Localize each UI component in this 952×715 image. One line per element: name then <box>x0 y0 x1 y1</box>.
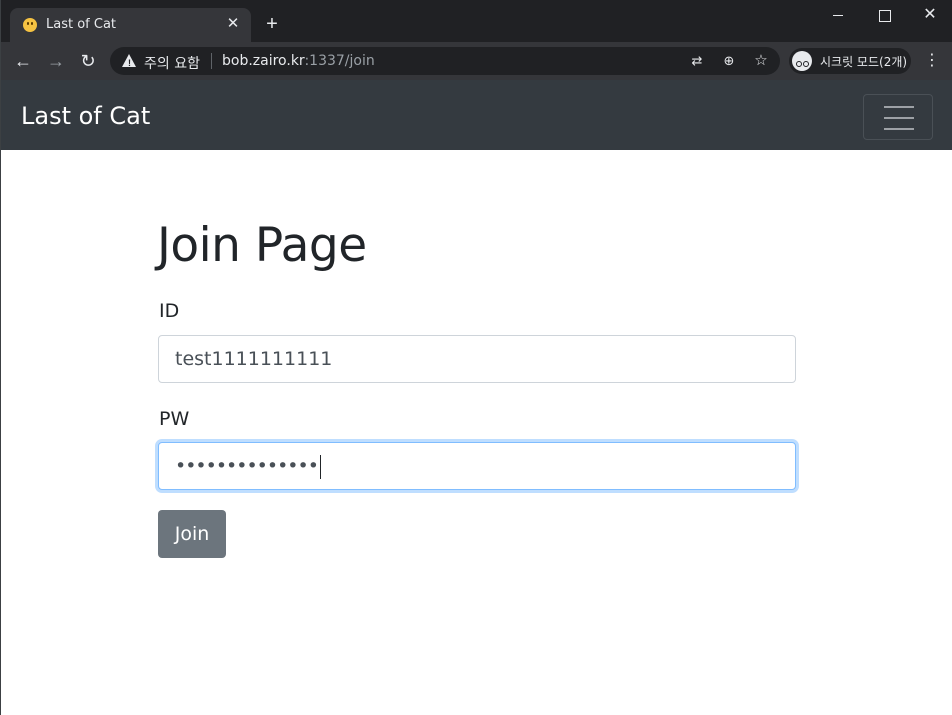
address-bar[interactable]: ! 주의 요함 bob.zairo.kr:1337/join ⇄ ⊕ ☆ <box>110 47 780 75</box>
site-navbar: Last of Cat <box>1 80 952 150</box>
zoom-icon[interactable]: ⊕ <box>720 52 738 70</box>
close-icon[interactable]: ✕ <box>224 14 242 34</box>
browser-tab[interactable]: Last of Cat ✕ <box>10 8 251 42</box>
id-label: ID <box>159 300 180 322</box>
password-input[interactable]: •••••••••••••• <box>158 442 796 490</box>
text-caret <box>319 454 321 479</box>
navbar-brand[interactable]: Last of Cat <box>21 102 150 130</box>
hamburger-menu-button[interactable] <box>863 94 933 140</box>
warning-icon[interactable]: ! <box>122 54 136 68</box>
incognito-label: 시크릿 모드(2개) <box>820 55 908 69</box>
star-icon[interactable]: ☆ <box>752 52 770 70</box>
browser-chrome: Last of Cat ✕ + ✕ ← → ↻ ! 주의 요함 bob.zair… <box>0 0 952 80</box>
window-border <box>0 80 1 715</box>
window-close-button[interactable]: ✕ <box>907 0 952 32</box>
hamburger-line <box>884 117 914 119</box>
id-input[interactable]: test1111111111 <box>158 335 796 383</box>
page-title: Join Page <box>157 218 367 273</box>
menu-icon[interactable]: ⋮ <box>923 49 941 73</box>
incognito-indicator[interactable]: 시크릿 모드(2개) <box>789 48 911 74</box>
address-separator <box>211 53 212 69</box>
reload-icon[interactable]: ↻ <box>76 49 100 73</box>
tab-title: Last of Cat <box>46 17 117 32</box>
security-warning-text[interactable]: 주의 요함 <box>144 53 200 73</box>
plus-icon[interactable]: + <box>262 14 282 34</box>
password-value: •••••••••••••• <box>175 455 319 477</box>
maximize-button[interactable] <box>861 0 907 32</box>
minimize-button[interactable] <box>815 0 861 32</box>
browser-toolbar: ← → ↻ ! 주의 요함 bob.zairo.kr:1337/join ⇄ ⊕… <box>1 42 952 80</box>
url-path: :1337/join <box>304 53 375 69</box>
url-text[interactable]: bob.zairo.kr:1337/join <box>222 53 375 69</box>
forward-arrow-icon[interactable]: → <box>44 49 68 73</box>
back-arrow-icon[interactable]: ← <box>11 49 35 73</box>
url-host: bob.zairo.kr <box>222 53 305 69</box>
join-button[interactable]: Join <box>158 510 226 558</box>
tab-strip: Last of Cat ✕ + ✕ <box>1 0 952 42</box>
favicon-icon <box>23 18 37 32</box>
incognito-icon <box>792 51 812 71</box>
pw-label: PW <box>159 408 190 430</box>
hamburger-line <box>884 128 914 130</box>
translate-icon[interactable]: ⇄ <box>688 52 706 70</box>
hamburger-line <box>884 106 914 108</box>
